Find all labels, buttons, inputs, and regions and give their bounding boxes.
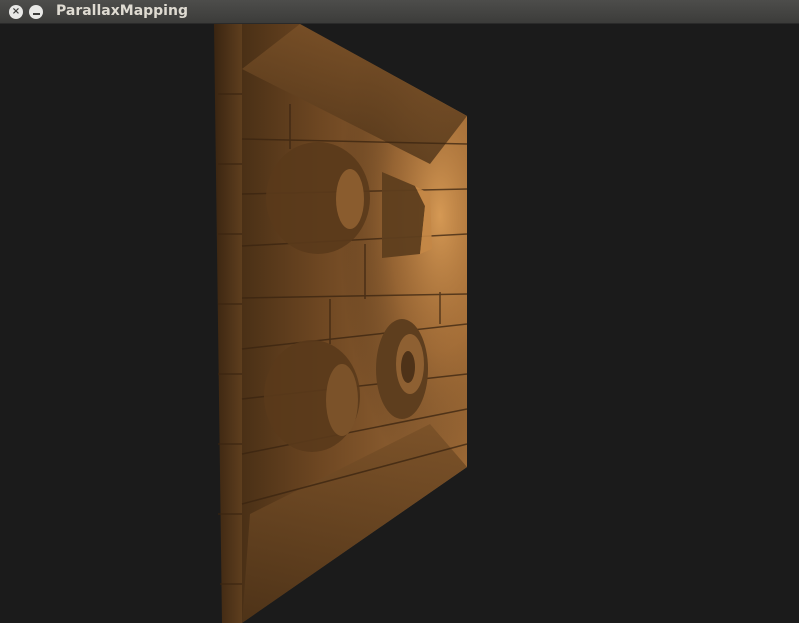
close-icon: ×: [11, 6, 21, 17]
panel-side-edge: [214, 24, 242, 623]
minimize-button[interactable]: [29, 5, 43, 19]
scene-canvas: [214, 24, 468, 623]
window-title: ParallaxMapping: [56, 3, 188, 19]
close-button[interactable]: ×: [9, 5, 23, 19]
render-viewport[interactable]: [0, 24, 799, 623]
title-bar[interactable]: × ParallaxMapping: [0, 0, 799, 24]
minimize-icon: [32, 13, 40, 15]
app-window: × ParallaxMapping: [0, 0, 799, 623]
